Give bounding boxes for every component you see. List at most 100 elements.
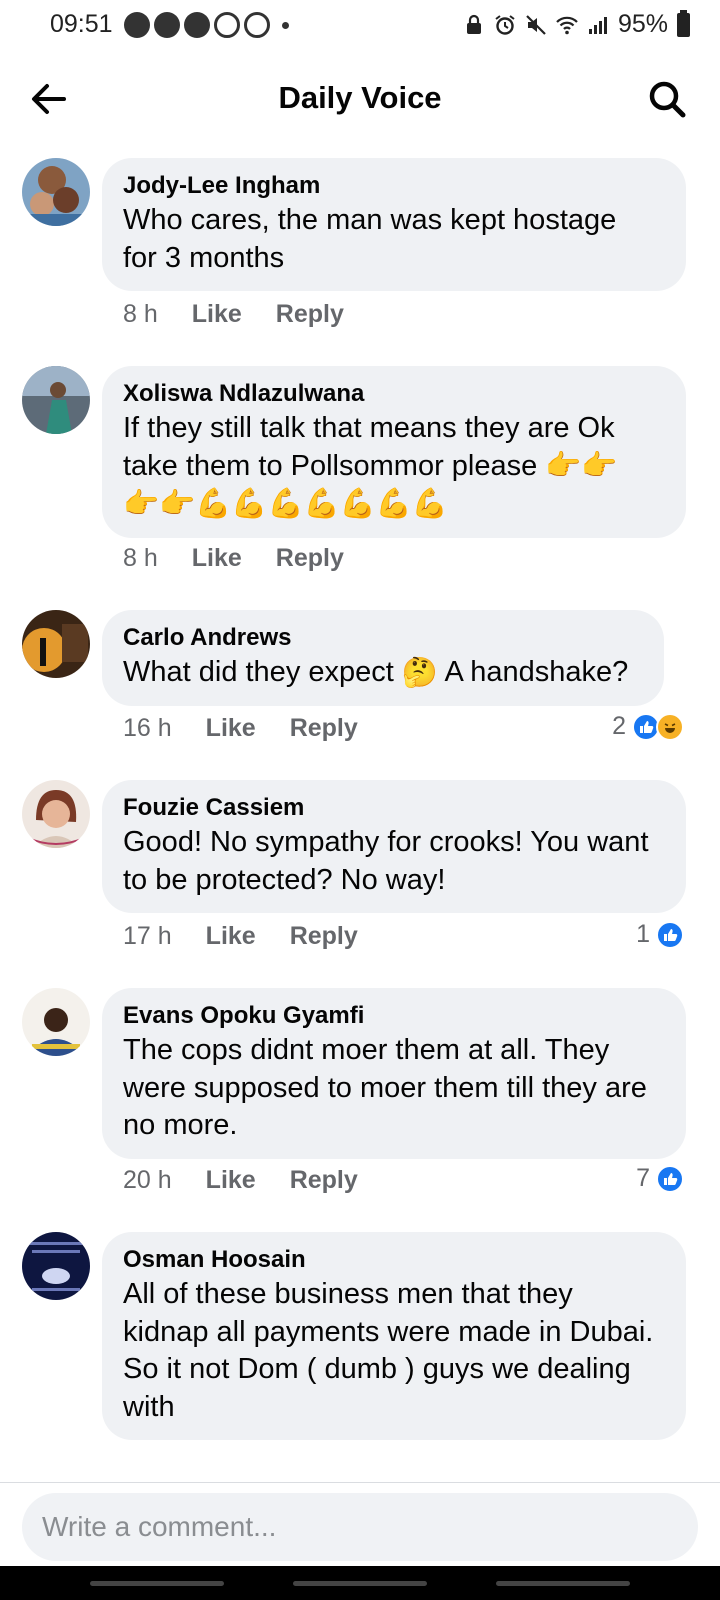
page-title: Daily Voice	[278, 80, 442, 115]
nav-home-button[interactable]	[293, 1581, 427, 1586]
comment-actions: 20 h Like Reply	[123, 1166, 392, 1195]
comment-text: with	[123, 1390, 175, 1423]
comment-text: A handshake?	[444, 656, 629, 688]
comment-actions: 8 h Like Reply	[123, 300, 378, 329]
comment-author[interactable]: Carlo Andrews	[123, 622, 644, 654]
comment-time: 8 h	[123, 544, 158, 572]
system-nav-bar	[0, 1566, 720, 1600]
comment-bubble[interactable]: Osman Hoosain All of these business men …	[102, 1232, 686, 1440]
comment-bubble[interactable]: Fouzie Cassiem Good! No sympathy for cro…	[102, 780, 686, 913]
status-time: 09:51	[50, 10, 113, 38]
comment-author[interactable]: Fouzie Cassiem	[123, 792, 666, 824]
like-button[interactable]: Like	[192, 544, 242, 573]
reply-button[interactable]: Reply	[290, 714, 358, 743]
reply-button[interactable]: Reply	[276, 300, 344, 329]
notification-icons	[124, 12, 289, 38]
comment-bubble[interactable]: Jody-Lee Ingham Who cares, the man was k…	[102, 158, 686, 291]
more-notifications-dot	[282, 21, 289, 29]
comment-text: for 3 months	[123, 241, 285, 274]
comment-text: to be protected? No way!	[123, 863, 446, 896]
comment-text: If they still talk that means they are O…	[123, 412, 615, 444]
like-button[interactable]: Like	[192, 300, 242, 329]
reply-button[interactable]: Reply	[290, 922, 358, 951]
muscle-emoji: 💪	[339, 488, 376, 521]
comment-actions: 8 h Like Reply	[123, 544, 378, 573]
muscle-emoji: 💪	[195, 488, 232, 521]
comment-list[interactable]: Jody-Lee Ingham Who cares, the man was k…	[0, 140, 720, 1482]
comment-text: take them to Pollsommor please	[123, 449, 538, 482]
reaction-count: 7	[636, 1164, 650, 1192]
muscle-emoji: 💪	[267, 488, 304, 521]
reply-button[interactable]: Reply	[290, 1166, 358, 1195]
haha-reaction-icon	[656, 712, 684, 741]
comment-actions: 17 h Like Reply	[123, 922, 392, 951]
nav-recents-button[interactable]	[90, 1581, 224, 1586]
reply-button[interactable]: Reply	[276, 544, 344, 573]
comment-text: Good! No sympathy for crooks! You want	[123, 826, 649, 858]
comment-bubble[interactable]: Carlo Andrews What did they expect 🤔 A h…	[102, 610, 664, 707]
pointing-emoji: 👉	[159, 488, 196, 521]
comment-author[interactable]: Jody-Lee Ingham	[123, 170, 666, 202]
reaction-summary[interactable]: 1	[636, 920, 684, 949]
comment-input[interactable]: Write a comment...	[22, 1493, 698, 1561]
mute-icon	[526, 14, 546, 35]
comment-text: The cops didnt moer them at all. They	[123, 1034, 610, 1066]
comment-author[interactable]: Evans Opoku Gyamfi	[123, 1000, 666, 1032]
like-button[interactable]: Like	[206, 1166, 256, 1195]
wifi-icon	[556, 16, 578, 34]
comment-time: 17 h	[123, 922, 172, 950]
pointing-emoji: 👉	[123, 488, 160, 521]
nav-back-button[interactable]	[496, 1581, 630, 1586]
comment-time: 20 h	[123, 1166, 172, 1194]
app-header: Daily Voice	[0, 60, 720, 140]
battery-icon	[677, 9, 690, 37]
avatar[interactable]	[22, 780, 90, 848]
avatar[interactable]	[22, 988, 90, 1056]
emoji-line: 👉👉💪💪💪💪💪💪💪	[123, 486, 666, 524]
reaction-summary[interactable]: 2	[612, 712, 684, 741]
reaction-count: 1	[636, 920, 650, 948]
comment-time: 8 h	[123, 300, 158, 328]
recycle-icon	[244, 12, 270, 38]
comment-time: 16 h	[123, 714, 172, 742]
comment-composer-bar: Write a comment...	[0, 1482, 720, 1566]
reaction-count: 2	[612, 712, 626, 740]
comment-actions: 16 h Like Reply	[123, 714, 392, 743]
messenger-icon	[124, 12, 150, 38]
muscle-emoji: 💪	[375, 488, 412, 521]
signal-icon	[588, 16, 607, 34]
recycle-icon	[214, 12, 240, 38]
comment-bubble[interactable]: Xoliswa Ndlazulwana If they still talk t…	[102, 366, 686, 538]
comment-text: no more.	[123, 1109, 238, 1141]
like-reaction-icon	[656, 920, 684, 949]
battery-percent: 95%	[617, 10, 668, 38]
muscle-emoji: 💪	[411, 488, 448, 521]
alarm-icon	[495, 14, 515, 35]
avatar[interactable]	[22, 158, 90, 226]
like-button[interactable]: Like	[206, 714, 256, 743]
messenger-icon	[184, 12, 210, 38]
search-icon[interactable]	[644, 76, 690, 122]
comment-text: So it not Dom ( dumb ) guys we dealing	[123, 1353, 631, 1385]
avatar[interactable]	[22, 610, 90, 678]
comment-author[interactable]: Osman Hoosain	[123, 1244, 666, 1276]
reaction-summary[interactable]: 7	[636, 1164, 684, 1193]
pointing-emoji: 👉	[545, 450, 582, 483]
avatar[interactable]	[22, 366, 90, 434]
comment-text: Who cares, the man was kept hostage	[123, 204, 617, 236]
like-button[interactable]: Like	[206, 922, 256, 951]
comment-text: were supposed to moer them till they are	[123, 1071, 647, 1104]
pointing-emoji: 👉	[581, 450, 618, 483]
comment-bubble[interactable]: Evans Opoku Gyamfi The cops didnt moer t…	[102, 988, 686, 1159]
muscle-emoji: 💪	[231, 488, 268, 521]
comment-text-line: take them to Pollsommor please 👉👉	[123, 448, 666, 486]
system-icons: 95%	[463, 9, 690, 39]
muscle-emoji: 💪	[303, 488, 340, 521]
avatar[interactable]	[22, 1232, 90, 1300]
comment-text: kidnap all payments were made in Dubai.	[123, 1315, 654, 1348]
comment-author[interactable]: Xoliswa Ndlazulwana	[123, 378, 666, 410]
comment-text: All of these business men that they	[123, 1278, 573, 1310]
lock-icon	[466, 14, 481, 34]
thinking-emoji: 🤔	[401, 656, 438, 689]
status-bar: 09:51 95%	[0, 0, 720, 52]
